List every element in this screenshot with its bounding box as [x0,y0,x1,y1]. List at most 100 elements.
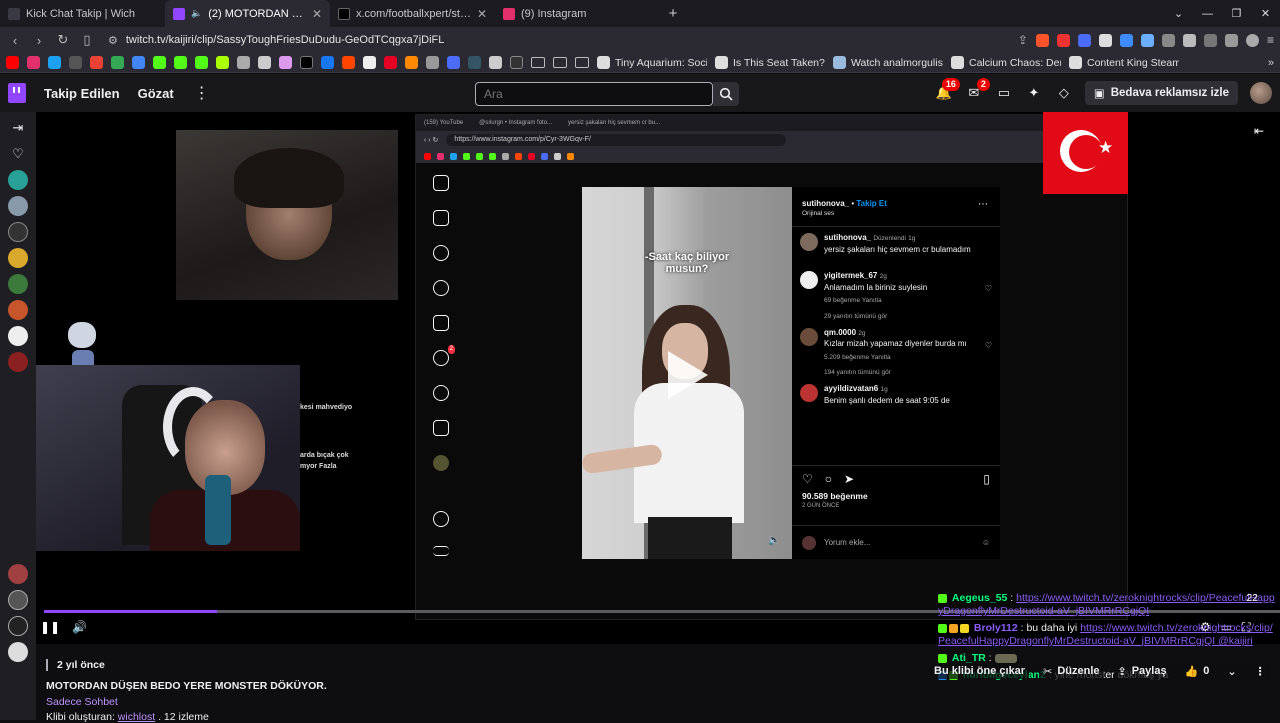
close-window-icon[interactable]: ✕ [1251,0,1280,27]
whispers-icon[interactable]: ▭ [995,84,1013,102]
dislike-dropdown-icon[interactable]: ⌄ [1223,662,1241,680]
turbo-button[interactable]: ▣ Bedava reklamsız izle [1084,81,1238,105]
bookmark-icon[interactable] [405,56,418,69]
menu-icon[interactable]: ≡ [1267,33,1274,47]
site-settings-icon[interactable]: ⚙ [108,34,118,47]
extension-icon[interactable] [1056,33,1070,47]
bits-icon[interactable]: ◇ [1055,84,1073,102]
back-icon[interactable]: ‹ [6,31,24,49]
channel-avatar[interactable] [8,616,28,636]
bookmark-icon[interactable] [69,56,82,69]
extension-icon[interactable] [1119,33,1133,47]
collapse-chat-icon[interactable]: ⇤ [1254,124,1264,138]
channel-avatar[interactable] [8,642,28,662]
channel-avatar[interactable] [8,248,28,268]
drive-bookmark-icon[interactable] [111,56,124,69]
bookmark-link[interactable]: Content King Steam... [1069,56,1179,69]
bookmark-icon[interactable] [279,56,292,69]
extension-icon[interactable]: ✦ [1025,84,1043,102]
twitch-logo-icon[interactable] [8,83,26,103]
bookmark-icon[interactable]: ▯ [78,31,96,49]
speaker-icon[interactable]: 🔈 [191,8,202,19]
more-bookmarks-icon[interactable]: » [1268,57,1274,69]
kick-bookmark-icon[interactable] [153,56,166,69]
bookmark-icon[interactable] [426,56,439,69]
new-tab-button[interactable]: + [660,0,686,27]
like-clip-button[interactable]: 👍 0 [1180,662,1214,680]
share-icon[interactable]: ⇪ [1018,33,1028,47]
sidebar-toggle-icon[interactable] [1203,33,1217,47]
bookmark-link[interactable]: Is This Seat Taken? S... [715,56,825,69]
nav-following[interactable]: Takip Edilen [44,86,120,101]
bookmark-icon[interactable] [48,56,61,69]
chat-username[interactable]: Broly112 [974,622,1018,634]
brave-shield-icon[interactable] [1035,33,1049,47]
reload-icon[interactable]: ↻ [54,31,72,49]
url-field[interactable]: ⚙ twitch.tv/kaijiri/clip/SassyToughFries… [102,29,1012,51]
reddit-bookmark-icon[interactable] [342,56,355,69]
kick-bookmark-icon[interactable] [174,56,187,69]
bookmark-link[interactable]: Calcium Chaos: Der... [951,56,1061,69]
extension-icon[interactable] [1077,33,1091,47]
bookmark-icon[interactable] [510,56,523,69]
bookmark-link[interactable]: Tiny Aquarium: Soci... [597,56,707,69]
minimize-icon[interactable]: — [1193,0,1222,27]
music-icon[interactable] [1224,33,1238,47]
bookmark-link[interactable]: Watch analmorgulis... [833,56,943,69]
channel-avatar[interactable] [8,590,28,610]
heart-icon[interactable]: ♡ [8,144,28,164]
channel-avatar[interactable] [8,300,28,320]
share-clip-button[interactable]: ⇪ Paylaş [1113,662,1171,680]
youtube-bookmark-icon[interactable] [6,56,19,69]
steam-bookmark-icon[interactable] [258,56,271,69]
browser-tab[interactable]: Kick Chat Takip | Wich [0,0,165,27]
browser-tab-active[interactable]: 🔈 (2) MOTORDAN DÜŞEN BEDO ✕ [165,0,330,27]
clip-category-link[interactable]: Sadece Sohbet [46,696,926,708]
expand-sidebar-icon[interactable]: ⇥ [8,118,28,138]
bookmark-icon[interactable] [447,56,460,69]
bookmark-icon[interactable] [237,56,250,69]
instagram-bookmark-icon[interactable] [27,56,40,69]
browser-tab[interactable]: x.com/footballxpert/status/20444993 ✕ [330,0,495,27]
search-button[interactable] [713,82,739,106]
inbox-icon[interactable]: ✉ 2 [965,78,990,102]
close-tab-icon[interactable]: ✕ [312,7,322,21]
nav-browse[interactable]: Gözat [138,86,174,101]
folder-icon[interactable] [553,57,567,68]
bookmark-icon[interactable] [468,56,481,69]
search-input[interactable] [475,82,713,106]
close-tab-icon[interactable]: ✕ [477,7,487,21]
puzzle-icon[interactable] [1182,33,1196,47]
user-avatar[interactable] [1250,82,1272,104]
forward-icon[interactable]: › [30,31,48,49]
bookmark-icon[interactable] [321,56,334,69]
pause-icon[interactable]: ❚❚ [40,620,60,634]
more-icon[interactable]: ⋮ [1250,662,1270,680]
channel-avatar[interactable] [8,222,28,242]
folder-icon[interactable] [575,57,589,68]
gmail-bookmark-icon[interactable] [90,56,103,69]
folder-icon[interactable] [531,57,545,68]
channel-avatar[interactable] [8,170,28,190]
bookmark-icon[interactable] [132,56,145,69]
channel-avatar[interactable] [8,196,28,216]
bookmark-icon[interactable] [489,56,502,69]
kick-bookmark-icon[interactable] [195,56,208,69]
channel-avatar[interactable] [8,352,28,372]
bookmark-icon[interactable] [363,56,376,69]
extension-icon[interactable] [1161,33,1175,47]
extension-icon[interactable] [1140,33,1154,47]
notifications-icon[interactable]: 🔔 16 [935,78,960,102]
chat-username[interactable]: Aegeus_55 [952,592,1007,604]
channel-avatar[interactable] [8,326,28,346]
extension-icon[interactable] [1098,33,1112,47]
x-bookmark-icon[interactable] [300,56,313,69]
browser-tab[interactable]: (9) Instagram [495,0,660,27]
more-options-icon[interactable]: ⋮ [194,83,210,103]
creator-link[interactable]: wichlost [118,711,155,723]
tab-list-icon[interactable]: ⌄ [1164,0,1193,27]
profile-icon[interactable] [1245,33,1259,47]
edit-clip-button[interactable]: ✂ Düzenle [1039,662,1104,680]
feature-clip-button[interactable]: Bu klibi öne çıkar [930,663,1030,679]
channel-avatar[interactable] [8,274,28,294]
